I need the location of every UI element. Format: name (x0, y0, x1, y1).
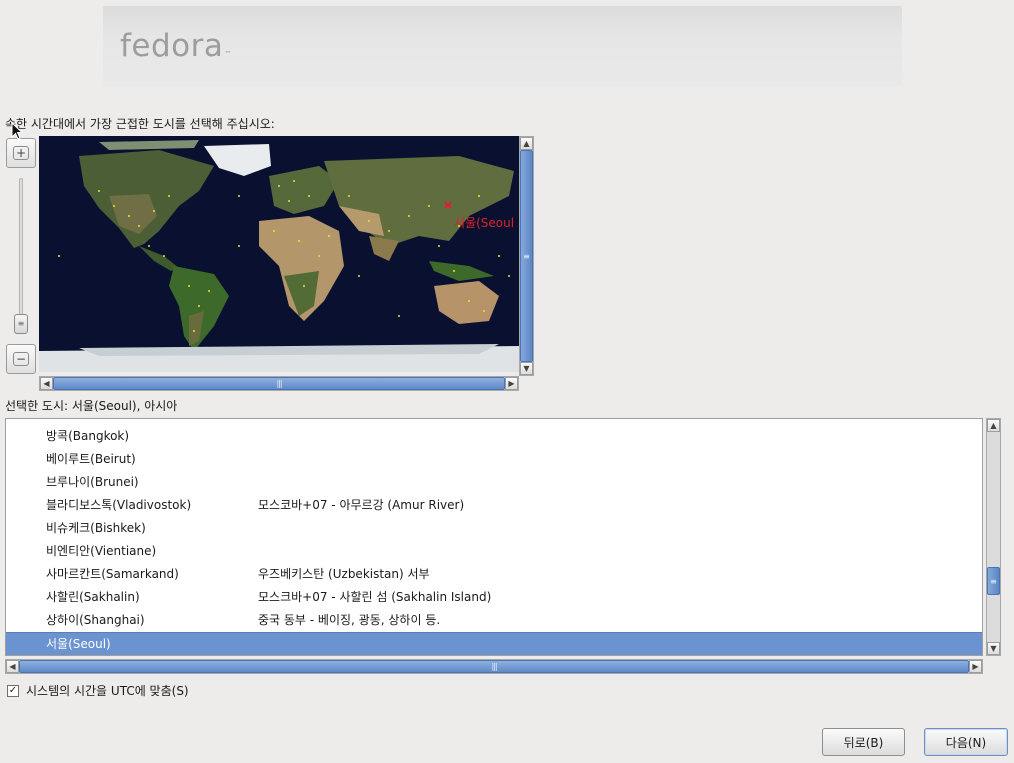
scroll-down-arrow-icon[interactable]: ▼ (520, 362, 533, 375)
map-vertical-thumb[interactable]: ≡ (520, 150, 533, 362)
map-horizontal-thumb[interactable]: ||| (53, 377, 505, 390)
world-map-image (39, 136, 519, 372)
list-horizontal-scrollbar[interactable]: ◀ ||| ▶ (5, 659, 983, 674)
list-item[interactable]: 베이루트(Beirut) (6, 448, 982, 471)
scroll-up-arrow-icon[interactable]: ▲ (520, 137, 533, 150)
list-item[interactable]: 블라디보스톡(Vladivostok) 모스코바+07 - 아무르강 (Amur… (6, 494, 982, 517)
zoom-in-button[interactable]: + (6, 138, 36, 168)
fedora-logo: fedora™ (120, 28, 232, 64)
scroll-left-arrow-icon[interactable]: ◀ (40, 377, 53, 390)
utc-checkbox-label[interactable]: 시스템의 시간을 UTC에 맞춤(S) (26, 682, 189, 699)
map-vertical-scrollbar[interactable]: ▲ ≡ ▼ (519, 136, 534, 376)
list-item[interactable]: 사마르칸트(Samarkand) 우즈베키스탄 (Uzbekistan) 서부 (6, 563, 982, 586)
scroll-right-arrow-icon[interactable]: ▶ (969, 660, 982, 673)
list-horizontal-thumb[interactable]: ||| (19, 660, 969, 673)
city-list[interactable]: 방콕(Bangkok) 베이루트(Beirut) 브루나이(Brunei) 블라… (5, 418, 983, 656)
list-item[interactable]: 비슈케크(Bishkek) (6, 517, 982, 540)
list-item[interactable]: 상하이(Shanghai) 중국 동부 - 베이징, 광동, 상하이 등. (6, 609, 982, 632)
map-horizontal-scrollbar[interactable]: ◀ ||| ▶ (39, 376, 519, 391)
list-item[interactable]: 사할린(Sakhalin) 모스크바+07 - 사할린 섬 (Sakhalin … (6, 586, 982, 609)
mouse-cursor-icon (11, 122, 23, 140)
scroll-left-arrow-icon[interactable]: ◀ (6, 660, 19, 673)
utc-checkbox[interactable]: ✓ (7, 684, 19, 697)
plus-icon: + (13, 146, 29, 160)
timezone-prompt: 속한 시간대에서 가장 근접한 도시를 선택해 주십시오: (5, 117, 275, 131)
list-item-selected[interactable]: 서울(Seoul) (6, 632, 982, 655)
list-item[interactable]: 방콕(Bangkok) (6, 425, 982, 448)
scroll-right-arrow-icon[interactable]: ▶ (505, 377, 518, 390)
list-vertical-thumb[interactable]: ≡ (987, 567, 1000, 595)
world-map[interactable]: 서울(Seoul (39, 136, 519, 372)
zoom-slider-thumb[interactable]: ≡ (14, 314, 28, 334)
list-vertical-scrollbar[interactable]: ▲ ≡ ▼ (986, 418, 1001, 656)
scroll-up-arrow-icon[interactable]: ▲ (987, 419, 1000, 432)
selected-city-label: 선택한 도시: 서울(Seoul), 아시아 (5, 399, 178, 413)
list-item[interactable]: 비엔티안(Vientiane) (6, 540, 982, 563)
zoom-slider-track[interactable] (19, 178, 23, 334)
utc-option[interactable]: ✓ 시스템의 시간을 UTC에 맞춤(S) (7, 682, 189, 699)
scroll-down-arrow-icon[interactable]: ▼ (987, 642, 1000, 655)
back-button[interactable]: 뒤로(B) (822, 728, 905, 756)
seoul-marker-label: 서울(Seoul (454, 216, 515, 230)
list-item[interactable]: 브루나이(Brunei) (6, 471, 982, 494)
next-button[interactable]: 다음(N) (924, 728, 1008, 756)
minus-icon: − (13, 352, 29, 366)
zoom-out-button[interactable]: − (6, 344, 36, 374)
